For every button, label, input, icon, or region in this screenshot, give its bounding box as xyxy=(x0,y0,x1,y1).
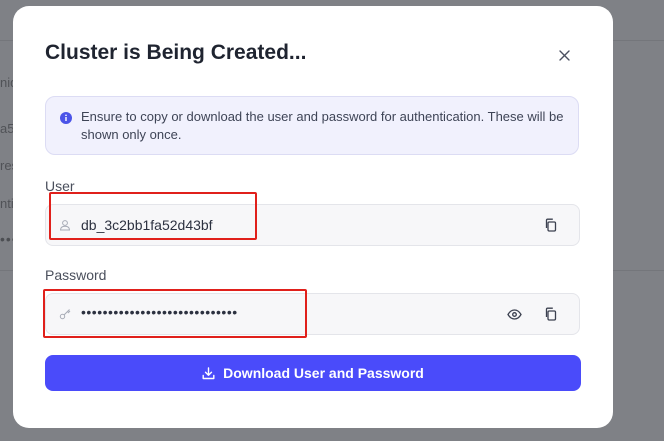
info-icon xyxy=(60,112,72,124)
close-icon xyxy=(558,49,570,61)
copy-icon xyxy=(545,307,556,321)
user-value: db_3c2bb1fa52d43bf xyxy=(81,217,213,233)
key-icon xyxy=(59,309,71,320)
info-alert: Ensure to copy or download the user and … xyxy=(45,96,579,155)
download-icon xyxy=(202,366,215,379)
password-label: Password xyxy=(45,267,107,283)
dialog-title: Cluster is Being Created... xyxy=(45,41,307,64)
copy-icon xyxy=(545,218,556,232)
user-label: User xyxy=(45,178,75,194)
download-button-label: Download User and Password xyxy=(223,365,424,381)
password-field: ••••••••••••••••••••••••••••• xyxy=(45,293,580,335)
download-credentials-button[interactable]: Download User and Password xyxy=(45,355,581,391)
info-message: Ensure to copy or download the user and … xyxy=(81,109,564,142)
password-value: ••••••••••••••••••••••••••••• xyxy=(81,304,238,320)
reveal-password-button[interactable] xyxy=(506,306,522,322)
close-button[interactable] xyxy=(555,46,573,64)
user-field: db_3c2bb1fa52d43bf xyxy=(45,204,580,246)
cluster-created-dialog: Cluster is Being Created... Ensure to co… xyxy=(13,6,613,428)
user-icon xyxy=(59,220,71,231)
copy-password-button[interactable] xyxy=(542,306,558,322)
copy-user-button[interactable] xyxy=(542,217,558,233)
eye-icon xyxy=(506,308,522,320)
